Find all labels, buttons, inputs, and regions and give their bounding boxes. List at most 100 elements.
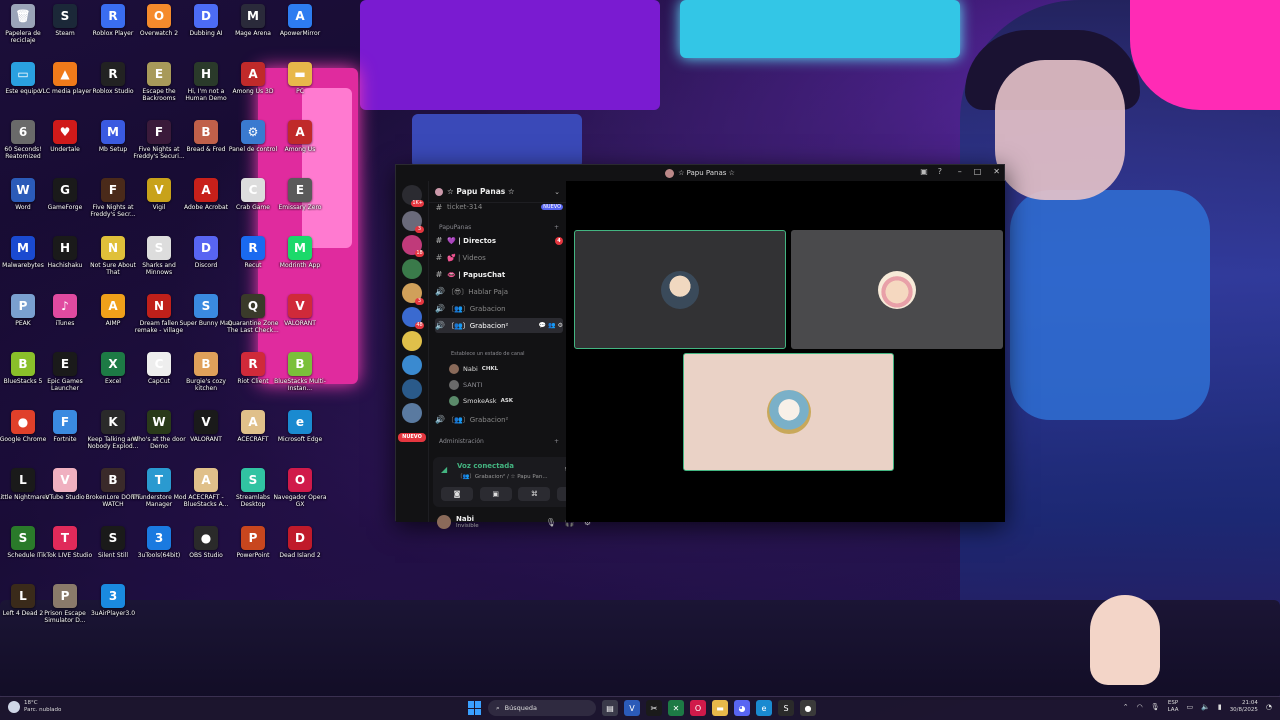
wallpaper-floor — [0, 600, 1280, 700]
server-icon[interactable]: 3 — [402, 283, 424, 305]
widgets-icon[interactable]: V — [624, 700, 640, 716]
app-icon: A — [288, 4, 312, 28]
channel-item[interactable]: # 💕 | Videos — [435, 250, 563, 265]
voice-user[interactable]: Nabi CHKL — [449, 362, 498, 375]
discord-titlebar[interactable]: ☆ Papu Panas ☆ ▣ ? – □ ✕ — [396, 165, 1004, 181]
server-icon[interactable]: 18 — [402, 235, 424, 257]
server-icon[interactable]: 48 — [402, 307, 424, 329]
chevron-down-icon[interactable]: ⌄ — [554, 188, 560, 196]
discord-icon[interactable]: ◕ — [734, 700, 750, 716]
edge-icon[interactable]: e — [756, 700, 772, 716]
desktop-icon[interactable]: e Microsoft Edge — [272, 410, 328, 443]
avatar[interactable] — [437, 515, 451, 529]
hash-icon: # — [435, 236, 443, 245]
voice-channel-path[interactable]: 〔👥〕Grabacion² / ☆ Papu Pan... — [457, 472, 548, 480]
hash-icon: # — [435, 270, 443, 279]
server-icon[interactable] — [402, 355, 422, 375]
network-icon[interactable]: ▭ — [1186, 703, 1193, 711]
server-icon[interactable] — [402, 331, 422, 351]
server-icon[interactable] — [402, 259, 422, 279]
channel-ticket[interactable]: # ticket-314 NUEVO — [435, 203, 563, 212]
participant-tile[interactable] — [574, 230, 786, 349]
server-header[interactable]: ☆ Papu Panas ☆ ⌄ — [429, 181, 566, 203]
desktop-icon[interactable]: E Emissary Zero — [272, 178, 328, 211]
help-icon[interactable]: ? — [938, 167, 942, 176]
server-avatar-icon — [665, 168, 675, 178]
start-button[interactable] — [468, 701, 482, 715]
channel-status[interactable]: Establece un estado de canal — [451, 351, 525, 357]
server-icon[interactable] — [402, 379, 422, 399]
wifi-icon[interactable]: ◠ — [1137, 703, 1143, 711]
chevron-up-icon[interactable]: ⌃ — [1123, 703, 1129, 711]
opera-gx-icon[interactable]: O — [690, 700, 706, 716]
screen-share-button[interactable]: ▣ — [479, 487, 512, 501]
category-papupanas[interactable]: PapuPanas + — [439, 224, 559, 231]
channel-item[interactable]: 🔊 〔😎〕Hablar Paja — [435, 284, 563, 299]
desktop-icon[interactable]: V VALORANT — [272, 294, 328, 327]
direct-messages-icon[interactable]: 1K+ — [402, 185, 424, 207]
notification-icon[interactable]: ◔ — [1266, 703, 1272, 711]
desktop-icon[interactable]: ▬ PC — [272, 62, 328, 95]
weather-widget[interactable]: 18°C Parc. nublado — [8, 700, 61, 714]
maximize-button[interactable]: □ — [974, 167, 982, 176]
app-icon: H — [194, 62, 218, 86]
voice-user[interactable]: SmokeAsk ASK — [449, 394, 513, 407]
camera-button[interactable]: ◙ — [441, 487, 473, 501]
desktop-icon-label: Modrinth App — [279, 262, 321, 269]
desktop-icon[interactable]: B BlueStacks Multi-Instan... — [272, 352, 328, 392]
server-icon[interactable] — [402, 403, 422, 423]
signal-icon[interactable]: ◢ — [441, 465, 447, 474]
language-indicator[interactable]: ESP LAA — [1168, 700, 1179, 714]
participant-tile[interactable] — [791, 230, 1003, 349]
participant-tile[interactable] — [683, 353, 894, 471]
microphone-icon[interactable]: 🎙 — [1151, 703, 1160, 711]
desktop-icon[interactable]: D Dead Island 2 — [272, 526, 328, 559]
discord-window[interactable]: ☆ Papu Panas ☆ ▣ ? – □ ✕ 1K+ 3 18 3 48 N… — [395, 164, 1005, 529]
minimize-button[interactable]: – — [958, 167, 962, 176]
app-icon: 6 — [11, 120, 35, 144]
desktop-icon[interactable]: A Among Us — [272, 120, 328, 153]
app-icon: B — [194, 120, 218, 144]
channel-actions-icon[interactable]: 💬 👥 ⚙ — [539, 322, 563, 329]
app-icon: R — [241, 236, 265, 260]
add-channel-icon[interactable]: + — [554, 438, 559, 445]
server-icon[interactable]: 3 — [402, 211, 424, 233]
desktop-icon[interactable]: 3 3uAirPlayer3.0 — [85, 584, 141, 617]
inbox-icon[interactable]: ▣ — [920, 167, 928, 176]
channel-item[interactable]: # 💜 | Directos 4 — [435, 233, 563, 248]
file-explorer-icon[interactable]: ▬ — [712, 700, 728, 716]
close-button[interactable]: ✕ — [993, 167, 1000, 176]
desktop-icon[interactable]: O Navegador Opera GX — [272, 468, 328, 508]
app-icon: P — [11, 294, 35, 318]
app-icon: S — [241, 468, 265, 492]
app-icon: E — [53, 352, 77, 376]
steam-icon[interactable]: S — [778, 700, 794, 716]
app-icon: B — [194, 352, 218, 376]
app-icon: A — [194, 468, 218, 492]
microphone-icon[interactable]: 🎙 — [546, 518, 556, 527]
app-icon: ▭ — [11, 62, 35, 86]
channel-grabacion-2b[interactable]: 🔊 〔👥〕Grabacion² — [435, 412, 563, 427]
desktop-icon[interactable]: A ApowerMirror — [272, 4, 328, 37]
app-icon: W — [11, 178, 35, 202]
clock[interactable]: 21:04 30/8/2025 — [1230, 700, 1258, 714]
app-icon: A — [101, 294, 125, 318]
obs-icon[interactable]: ● — [800, 700, 816, 716]
activities-button[interactable]: ⌘ — [518, 487, 551, 501]
channel-item[interactable]: 🔊 〔👥〕Grabacion² 💬 👥 ⚙ — [435, 318, 563, 333]
add-channel-icon[interactable]: + — [554, 224, 559, 231]
volume-icon[interactable]: 🔈 — [1201, 703, 1210, 711]
channel-item[interactable]: # 👄 | PapusChat — [435, 267, 563, 282]
channel-item[interactable]: 🔊 〔👥〕Grabacion — [435, 301, 563, 316]
search-box[interactable]: ⌕ Búsqueda — [488, 700, 596, 716]
category-administracion[interactable]: Administración + — [439, 438, 559, 445]
capcut-icon[interactable]: ✂ — [646, 700, 662, 716]
voice-user[interactable]: SANTI — [449, 378, 482, 391]
desktop-icon[interactable]: M Modrinth App — [272, 236, 328, 269]
task-view-icon[interactable]: ▤ — [602, 700, 618, 716]
app-icon: S — [101, 526, 125, 550]
battery-icon[interactable]: ▮ — [1218, 703, 1222, 711]
avatar — [766, 390, 811, 434]
desktop-icon-label: Microsoft Edge — [277, 436, 323, 443]
xbox-icon[interactable]: ✕ — [668, 700, 684, 716]
